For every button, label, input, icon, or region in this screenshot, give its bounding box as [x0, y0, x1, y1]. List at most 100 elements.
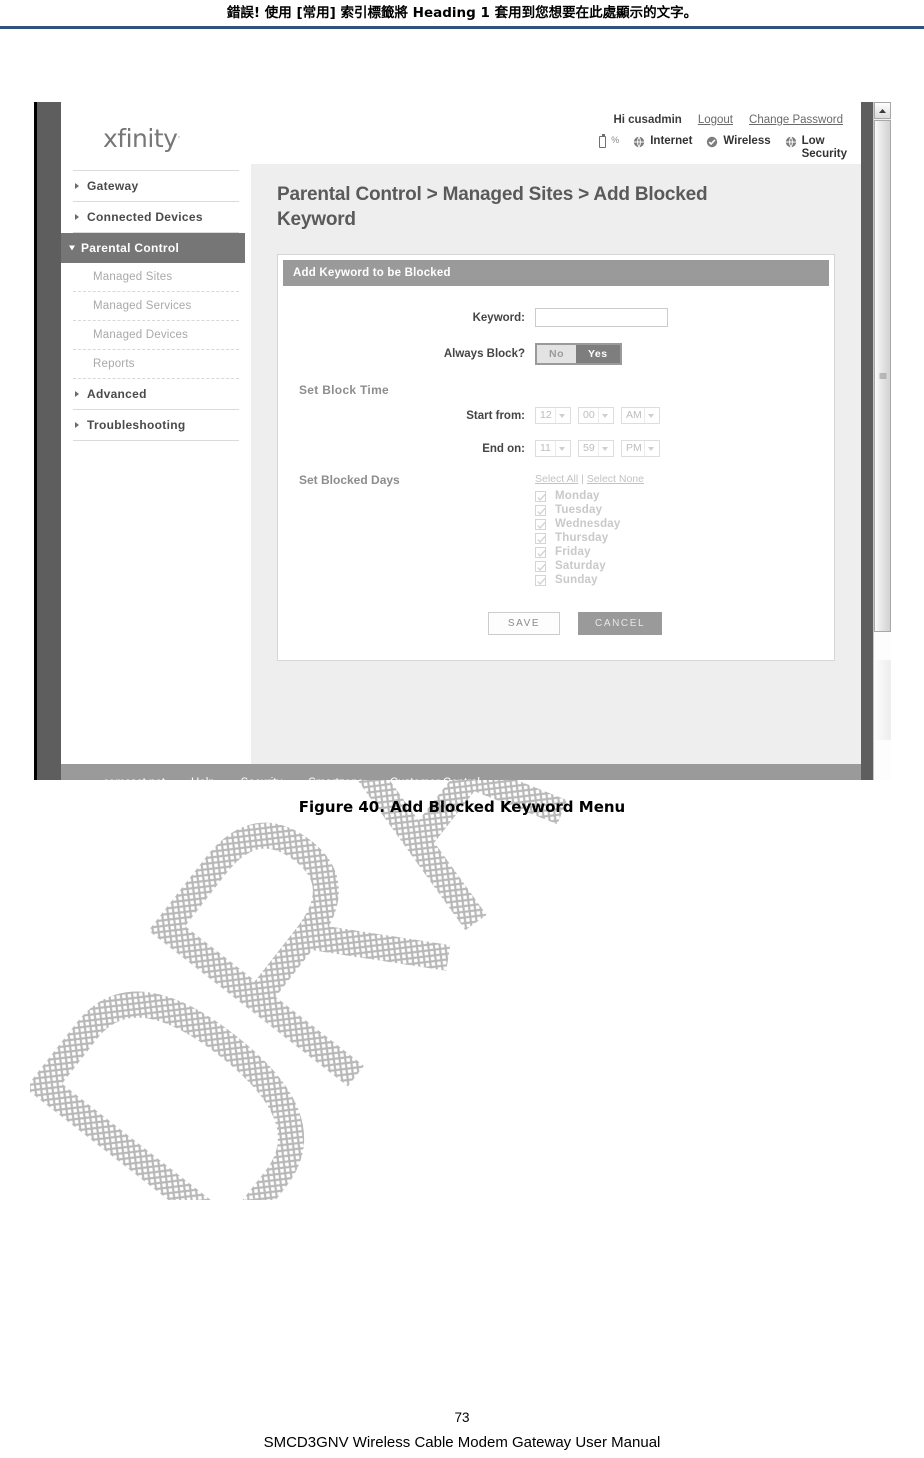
sidebar-item-label: Managed Devices — [93, 329, 189, 341]
sidebar-item-managed-services[interactable]: Managed Services — [73, 292, 239, 321]
day-row-thursday[interactable]: Thursday — [535, 532, 644, 544]
status-security-label: Low Security — [802, 135, 847, 161]
keyword-row: Keyword: — [295, 308, 817, 327]
always-block-yes-option[interactable]: Yes — [576, 345, 620, 363]
vertical-scrollbar[interactable] — [873, 102, 891, 780]
checkbox-monday[interactable] — [535, 490, 546, 502]
start-hour-select[interactable]: 12 — [535, 407, 571, 424]
document-footer-title: SMCD3GNV Wireless Cable Modem Gateway Us… — [263, 1434, 661, 1451]
battery-percent: % — [611, 135, 620, 145]
save-button[interactable]: SAVE — [488, 612, 560, 635]
always-block-toggle[interactable]: No Yes — [535, 343, 622, 365]
status-wireless[interactable]: Wireless — [706, 135, 771, 151]
end-minute-select[interactable]: 59 — [578, 440, 614, 457]
sidebar-item-troubleshooting[interactable]: Troubleshooting — [73, 410, 239, 441]
checkbox-thursday[interactable] — [535, 532, 546, 544]
checkbox-friday[interactable] — [535, 546, 546, 558]
chevron-down-icon — [69, 245, 75, 251]
day-label: Tuesday — [555, 504, 603, 516]
status-internet[interactable]: Internet — [633, 135, 692, 151]
scrollbar-track[interactable] — [874, 120, 891, 780]
blocked-days-group: Select All | Select None Monday Tuesday … — [535, 473, 644, 588]
sidebar-item-label: Connected Devices — [87, 210, 203, 224]
cancel-button[interactable]: CANCEL — [578, 612, 663, 635]
sidebar-item-label: Troubleshooting — [87, 418, 186, 432]
status-security-line1: Low — [801, 135, 825, 147]
start-hour-value: 12 — [540, 409, 552, 421]
day-row-monday[interactable]: Monday — [535, 490, 644, 502]
change-password-link[interactable]: Change Password — [749, 114, 843, 126]
checkbox-sunday[interactable] — [535, 574, 546, 586]
globe-alert-icon — [785, 136, 797, 151]
end-hour-select[interactable]: 11 — [535, 440, 571, 457]
always-block-no-option[interactable]: No — [537, 345, 576, 363]
checkbox-tuesday[interactable] — [535, 504, 546, 516]
day-label: Sunday — [555, 574, 598, 586]
select-none-link[interactable]: Select None — [587, 473, 644, 485]
checkbox-saturday[interactable] — [535, 560, 546, 572]
day-row-friday[interactable]: Friday — [535, 546, 644, 558]
day-row-tuesday[interactable]: Tuesday — [535, 504, 644, 516]
sidebar-item-advanced[interactable]: Advanced — [73, 379, 239, 410]
sidebar-item-managed-sites[interactable]: Managed Sites — [73, 263, 239, 292]
chevron-down-icon — [598, 441, 611, 456]
status-wireless-label: Wireless — [723, 135, 771, 147]
select-all-link[interactable]: Select All — [535, 473, 578, 485]
blocked-days-section-label: Set Blocked Days — [299, 473, 400, 487]
sidebar-item-managed-devices[interactable]: Managed Devices — [73, 321, 239, 350]
footer-link-security[interactable]: Security — [241, 777, 283, 780]
day-row-wednesday[interactable]: Wednesday — [535, 518, 644, 530]
end-minute-value: 59 — [583, 442, 595, 454]
gateway-footer-links: comcast.net Help Security Smartzone Cust… — [61, 764, 861, 780]
scrollbar-thumb[interactable] — [874, 120, 891, 632]
end-time-selects: 11 59 PM — [535, 440, 660, 457]
scroll-up-button[interactable] — [874, 102, 891, 119]
scrollbar-lower-area[interactable] — [874, 660, 891, 740]
document-error-header: 錯誤! 使用 [常用] 索引標籤將 Heading 1 套用到您想要在此處顯示的… — [226, 5, 698, 21]
end-hour-value: 11 — [540, 442, 551, 454]
page-title: Parental Control > Managed Sites > Add B… — [277, 184, 708, 230]
gateway-header: xfinity. Hi cusadmin Logout Change Passw… — [61, 102, 861, 164]
end-meridiem-value: PM — [626, 442, 642, 454]
page-number: 73 — [454, 1410, 470, 1425]
keyword-input[interactable] — [535, 308, 668, 327]
header-account-bar: Hi cusadmin Logout Change Password — [613, 114, 843, 126]
globe-icon — [633, 136, 645, 151]
chevron-right-icon — [75, 391, 79, 397]
start-meridiem-select[interactable]: AM — [621, 407, 660, 424]
status-battery: % — [599, 134, 620, 148]
panel-body: Keyword: Always Block? No Yes Set Block … — [283, 286, 829, 655]
footer-link-comcast[interactable]: comcast.net — [103, 777, 165, 780]
sidebar-item-parental-control[interactable]: Parental Control — [61, 233, 245, 263]
day-label: Friday — [555, 546, 591, 558]
blocked-days-row: Set Blocked Days Select All | Select Non… — [295, 473, 817, 588]
footer-link-customer-central[interactable]: Customer Central — [390, 777, 480, 780]
status-security[interactable]: Low Security — [785, 135, 847, 161]
start-time-row: Start from: 12 00 AM — [295, 407, 817, 424]
sidebar-item-reports[interactable]: Reports — [73, 350, 239, 379]
start-minute-select[interactable]: 00 — [578, 407, 614, 424]
figure-caption: Figure 40. Add Blocked Keyword Menu — [298, 798, 626, 816]
footer-link-smartzone[interactable]: Smartzone — [308, 777, 364, 780]
sidebar-item-label: Managed Services — [93, 300, 192, 312]
day-row-saturday[interactable]: Saturday — [535, 560, 644, 572]
end-meridiem-select[interactable]: PM — [621, 440, 660, 457]
sidebar-item-gateway[interactable]: Gateway — [73, 171, 239, 202]
start-minute-value: 00 — [583, 409, 595, 421]
footer-link-help[interactable]: Help — [191, 777, 215, 780]
day-label: Wednesday — [555, 518, 621, 530]
checkbox-wednesday[interactable] — [535, 518, 546, 530]
logo-mark: . — [177, 130, 180, 141]
day-label: Saturday — [555, 560, 606, 572]
sidebar-item-label: Advanced — [87, 387, 147, 401]
shield-check-icon — [706, 136, 718, 151]
sidebar-item-label: Gateway — [87, 179, 139, 193]
browser-screenshot: xfinity. Hi cusadmin Logout Change Passw… — [34, 102, 891, 780]
sidebar-item-connected-devices[interactable]: Connected Devices — [73, 202, 239, 233]
day-row-sunday[interactable]: Sunday — [535, 574, 644, 586]
logout-link[interactable]: Logout — [698, 114, 733, 126]
panel-title: Add Keyword to be Blocked — [283, 260, 829, 286]
always-block-row: Always Block? No Yes — [295, 343, 817, 365]
chevron-down-icon — [644, 408, 657, 423]
